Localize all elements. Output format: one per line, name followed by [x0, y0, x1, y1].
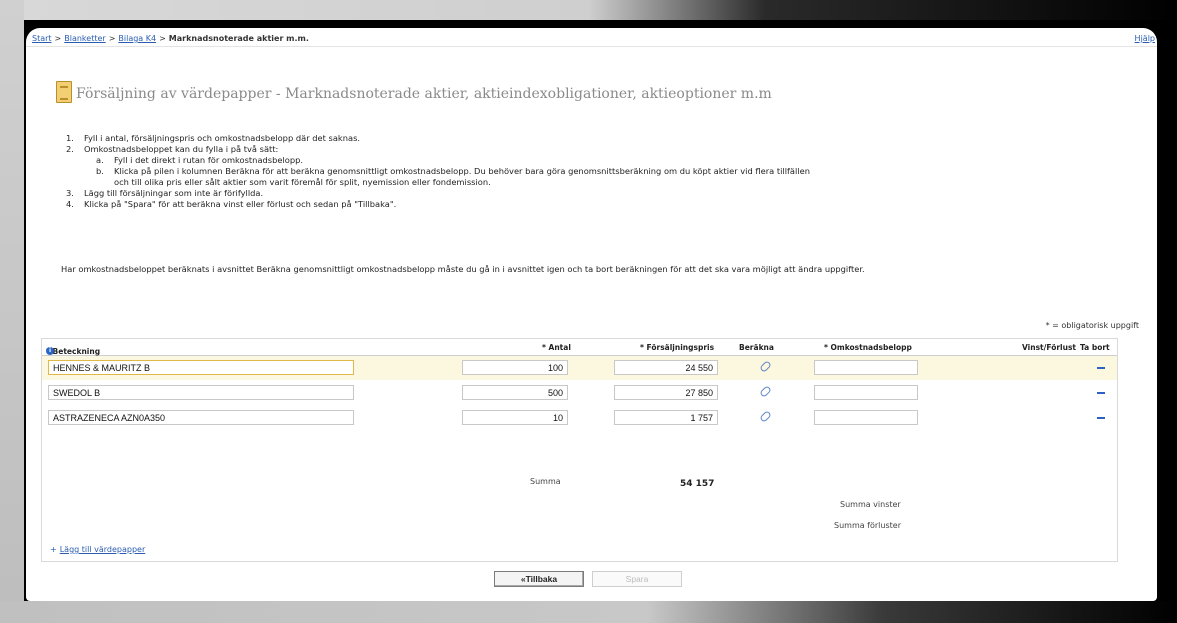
- header-divider: [26, 46, 1157, 47]
- monitor-frame-left: [0, 0, 24, 623]
- summa-forluster-label: Summa förluster: [834, 521, 901, 530]
- omkostnadsbelopp-input[interactable]: [814, 410, 918, 425]
- calculate-link-icon[interactable]: [759, 410, 772, 423]
- remove-row-icon[interactable]: [1097, 392, 1105, 394]
- remove-row-icon[interactable]: [1097, 367, 1105, 369]
- page-title: Försäljning av värdepapper - Marknadsnot…: [76, 86, 772, 102]
- omkostnadsbelopp-input[interactable]: [814, 385, 918, 400]
- table-row: HENNES & MAURITZ B 100 24 550: [42, 356, 1117, 380]
- beteckning-input[interactable]: HENNES & MAURITZ B: [48, 360, 354, 375]
- antal-input[interactable]: 100: [462, 360, 568, 375]
- instruction-item: 4. Klicka på "Spara" för att beräkna vins…: [66, 199, 397, 209]
- monitor-frame-top: [0, 0, 1177, 20]
- add-security-link[interactable]: + Lägg till värdepapper: [50, 545, 145, 554]
- col-vinst-forlust: Vinst/Förlust: [1022, 343, 1077, 352]
- summa-value: 54 157: [680, 479, 715, 489]
- col-ta-bort: Ta bort: [1080, 343, 1110, 352]
- browser-page: Start > Blanketter > Bilaga K4 > Marknadsnoter…: [26, 28, 1157, 601]
- plus-icon: +: [50, 545, 57, 554]
- beteckning-input[interactable]: ASTRAZENECA AZN0A350: [48, 410, 354, 425]
- instruction-item: 1. Fyll i antal, försäljningspris och omk…: [66, 133, 361, 143]
- calculate-link-icon[interactable]: [759, 385, 772, 398]
- forsaljningspris-input[interactable]: 1 757: [614, 410, 718, 425]
- col-omkostnadsbelopp: * Omkostnadsbelopp: [824, 343, 912, 352]
- forsaljningspris-input[interactable]: 24 550: [614, 360, 718, 375]
- beteckning-input[interactable]: SWEDOL B: [48, 385, 354, 400]
- breadcrumb-start[interactable]: Start: [32, 34, 52, 43]
- table-header: * Beteckning i * Antal * Försäljningspri…: [42, 339, 1117, 356]
- calculate-link-icon[interactable]: [759, 360, 772, 373]
- instruction-subitem: och till olika pris eller sålt aktier so…: [114, 177, 491, 187]
- omkostnadsbelopp-input[interactable]: [814, 360, 918, 375]
- instructions-list: 1. Fyll i antal, försäljningspris och omk…: [66, 133, 1146, 210]
- mandatory-legend: * = obligatorisk uppgift: [1045, 321, 1139, 330]
- instruction-item: 2. Omkostnadsbeloppet kan du fylla i på t…: [66, 144, 279, 154]
- breadcrumb-current: Marknadsnoterade aktier m.m.: [168, 34, 309, 43]
- securities-table: * Beteckning i * Antal * Försäljningspri…: [41, 338, 1118, 562]
- monitor-frame-bottom: [0, 601, 1177, 623]
- breadcrumb-bilaga-k4[interactable]: Bilaga K4: [118, 34, 156, 43]
- info-note: Har omkostnadsbeloppet beräknats i avsni…: [61, 264, 865, 274]
- table-row: ASTRAZENECA AZN0A350 10 1 757: [42, 406, 1117, 430]
- antal-input[interactable]: 500: [462, 385, 568, 400]
- table-row: SWEDOL B 500 27 850: [42, 381, 1117, 405]
- col-forsaljningspris: * Försäljningspris: [640, 343, 715, 352]
- instruction-subitem: b. Klicka på pilen i kolumnen Beräkna för…: [96, 166, 810, 176]
- col-antal: * Antal: [542, 343, 571, 352]
- back-button[interactable]: «Tillbaka: [494, 571, 584, 587]
- breadcrumb-blanketter[interactable]: Blanketter: [64, 34, 105, 43]
- info-icon[interactable]: i: [46, 347, 54, 355]
- col-berakna: Beräkna: [739, 343, 774, 352]
- summa-label: Summa: [530, 477, 561, 486]
- instruction-subitem: a. Fyll i det direkt i rutan för omkostna…: [96, 155, 304, 165]
- breadcrumb: Start > Blanketter > Bilaga K4 > Marknadsnoter…: [32, 34, 309, 43]
- forsaljningspris-input[interactable]: 27 850: [614, 385, 718, 400]
- document-icon: [56, 81, 72, 103]
- remove-row-icon[interactable]: [1097, 417, 1105, 419]
- save-button[interactable]: Spara: [592, 571, 682, 587]
- antal-input[interactable]: 10: [462, 410, 568, 425]
- instruction-item: 3. Lägg till försäljningar som inte är fö…: [66, 188, 264, 198]
- summa-vinster-label: Summa vinster: [840, 500, 901, 509]
- help-link[interactable]: Hjälp: [1135, 34, 1155, 43]
